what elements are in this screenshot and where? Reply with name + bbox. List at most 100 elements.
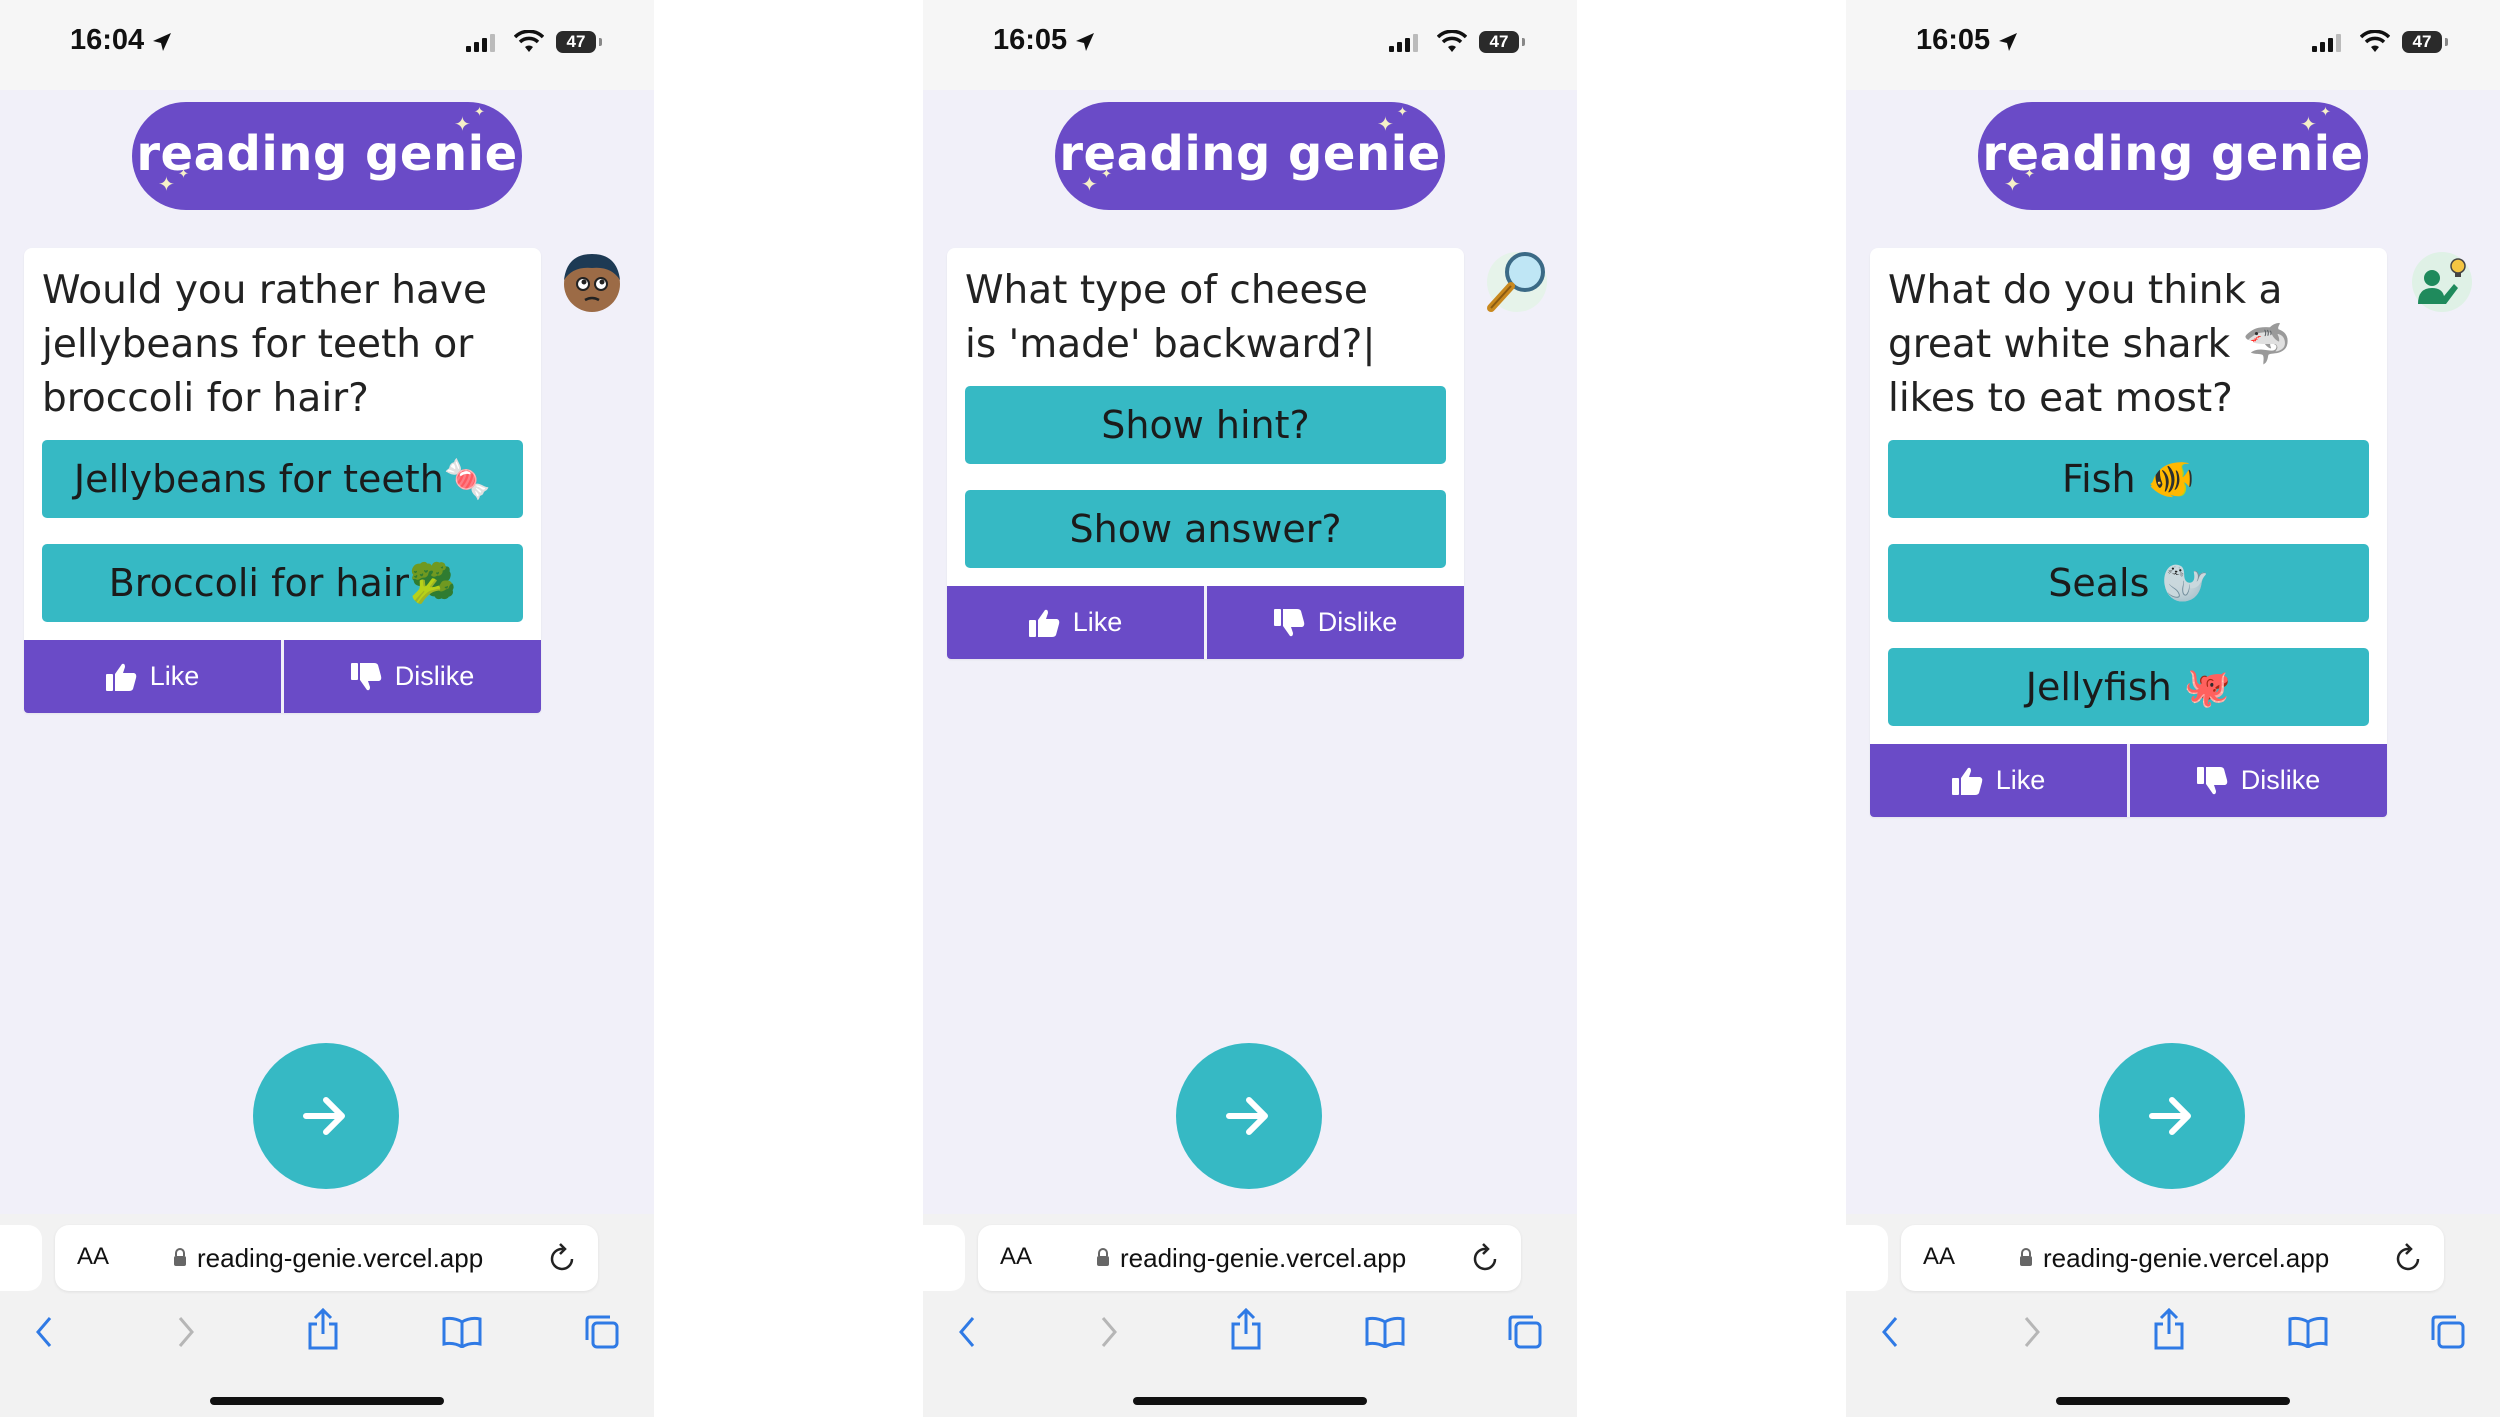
sparkle-icon: ✦ [1081, 172, 1099, 196]
reader-mode-button[interactable]: AA [1923, 1243, 1955, 1271]
reading-genie-logo: reading genie ✦ ✦ ✦ ✦ [132, 102, 522, 210]
like-label: Like [1072, 607, 1123, 637]
phone-screen-1: 16:04 47 reading genie ✦ ✦ ✦ ✦ Would you… [0, 0, 654, 1417]
thumbs-up-icon [1028, 609, 1059, 637]
question-text: Would you rather have jellybeans for tee… [42, 268, 487, 421]
previous-tab-preview[interactable] [923, 1225, 965, 1291]
sparkle-icon: ✦ [2300, 112, 2318, 136]
reading-genie-logo: reading genie ✦ ✦ ✦ ✦ [1055, 102, 1445, 210]
battery-indicator: 47 [556, 31, 602, 53]
next-arrow-button[interactable] [253, 1043, 399, 1189]
like-button[interactable]: Like [1870, 744, 2127, 817]
tabs-icon[interactable] [584, 1314, 620, 1350]
status-time: 16:05 [993, 24, 1068, 56]
wifi-icon [2360, 30, 2390, 52]
location-arrow-icon [153, 33, 171, 51]
back-icon[interactable] [955, 1314, 979, 1350]
dislike-label: Dislike [2240, 765, 2321, 795]
show-hint-button[interactable]: Show hint? [965, 386, 1446, 464]
dislike-button[interactable]: Dislike [2130, 744, 2387, 817]
show-answer-button[interactable]: Show answer? [965, 490, 1446, 568]
sparkle-icon: ✦ [1377, 112, 1395, 136]
like-label: Like [1995, 765, 2046, 795]
share-icon[interactable] [1229, 1308, 1263, 1350]
reading-genie-logo: reading genie ✦ ✦ ✦ ✦ [1978, 102, 2368, 210]
option-button[interactable]: Jellyfish 🐙 [1888, 648, 2369, 726]
previous-tab-preview[interactable] [0, 1225, 42, 1291]
phone-screen-3: 16:05 47 reading genie ✦ ✦ ✦ ✦ What do y… [1846, 0, 2500, 1417]
home-indicator [210, 1397, 444, 1405]
like-button[interactable]: Like [24, 640, 281, 713]
arrow-right-icon [1226, 1097, 1268, 1135]
arrow-right-icon [303, 1097, 345, 1135]
battery-indicator: 47 [2402, 31, 2448, 53]
option-button[interactable]: Fish 🐠 [1888, 440, 2369, 518]
thumbs-up-icon [1951, 767, 1982, 795]
tabs-icon[interactable] [1507, 1314, 1543, 1350]
status-bar: 16:04 47 [0, 0, 654, 90]
back-icon[interactable] [1878, 1314, 1902, 1350]
location-arrow-icon [1076, 33, 1094, 51]
option-button[interactable]: Seals 🦭 [1888, 544, 2369, 622]
sparkle-icon: ✦ [2024, 167, 2036, 182]
thumbs-down-icon [1273, 608, 1304, 636]
status-time: 16:04 [70, 24, 145, 56]
like-button[interactable]: Like [947, 586, 1204, 659]
question-card: Would you rather have jellybeans for tee… [24, 248, 541, 713]
lock-icon [174, 1248, 186, 1266]
status-bar: 16:05 47 [1846, 0, 2500, 90]
reader-mode-button[interactable]: AA [77, 1243, 109, 1271]
dislike-label: Dislike [1317, 607, 1398, 637]
thumbs-up-icon [105, 663, 136, 691]
answer-options: Jellybeans for teeth🍬 Broccoli for hair🥦 [24, 426, 541, 640]
next-arrow-button[interactable] [2099, 1043, 2245, 1189]
like-label: Like [149, 661, 200, 691]
dislike-button[interactable]: Dislike [1207, 586, 1464, 659]
home-indicator [2056, 1397, 2290, 1405]
reload-icon[interactable] [548, 1241, 578, 1273]
answer-options: Show hint? Show answer? [947, 372, 1464, 586]
url-text: reading-genie.vercel.app [197, 1243, 484, 1273]
forward-icon[interactable] [174, 1314, 198, 1350]
sparkle-icon: ✦ [1397, 105, 1409, 120]
battery-indicator: 47 [1479, 31, 1525, 53]
feedback-bar: Like Dislike [24, 640, 541, 713]
person-idea-icon [2408, 246, 2476, 314]
sparkle-icon: ✦ [474, 105, 486, 120]
status-time: 16:05 [1916, 24, 1991, 56]
sparkle-icon: ✦ [2004, 172, 2022, 196]
share-icon[interactable] [2152, 1308, 2186, 1350]
arrow-right-icon [2149, 1097, 2191, 1135]
bookmarks-icon[interactable] [1365, 1316, 1405, 1348]
previous-tab-preview[interactable] [1846, 1225, 1888, 1291]
option-button[interactable]: Jellybeans for teeth🍬 [42, 440, 523, 518]
tabs-icon[interactable] [2430, 1314, 2466, 1350]
share-icon[interactable] [306, 1308, 340, 1350]
reader-mode-button[interactable]: AA [1000, 1243, 1032, 1271]
cellular-signal-icon [2312, 34, 2341, 52]
url-text: reading-genie.vercel.app [1120, 1243, 1407, 1273]
forward-icon[interactable] [1097, 1314, 1121, 1350]
option-button[interactable]: Broccoli for hair🥦 [42, 544, 523, 622]
back-icon[interactable] [32, 1314, 56, 1350]
url-field[interactable]: AA reading-genie.vercel.app [978, 1225, 1521, 1291]
location-arrow-icon [1999, 33, 2017, 51]
home-indicator [1133, 1397, 1367, 1405]
url-field[interactable]: AA reading-genie.vercel.app [1901, 1225, 2444, 1291]
question-card: What do you think a great white shark 🦈 … [1870, 248, 2387, 817]
question-text: What type of cheese is 'made' backward?| [965, 268, 1376, 367]
url-field[interactable]: AA reading-genie.vercel.app [55, 1225, 598, 1291]
magnifying-glass-icon [1481, 246, 1553, 318]
forward-icon[interactable] [2020, 1314, 2044, 1350]
dislike-button[interactable]: Dislike [284, 640, 541, 713]
bookmarks-icon[interactable] [442, 1316, 482, 1348]
reload-icon[interactable] [1471, 1241, 1501, 1273]
sparkle-icon: ✦ [178, 167, 190, 182]
next-arrow-button[interactable] [1176, 1043, 1322, 1189]
reload-icon[interactable] [2394, 1241, 2424, 1273]
lock-icon [2020, 1248, 2032, 1266]
bookmarks-icon[interactable] [2288, 1316, 2328, 1348]
sparkle-icon: ✦ [454, 112, 472, 136]
thinking-face-avatar-icon [561, 246, 623, 312]
question-text: What do you think a great white shark 🦈 … [1888, 268, 2292, 421]
